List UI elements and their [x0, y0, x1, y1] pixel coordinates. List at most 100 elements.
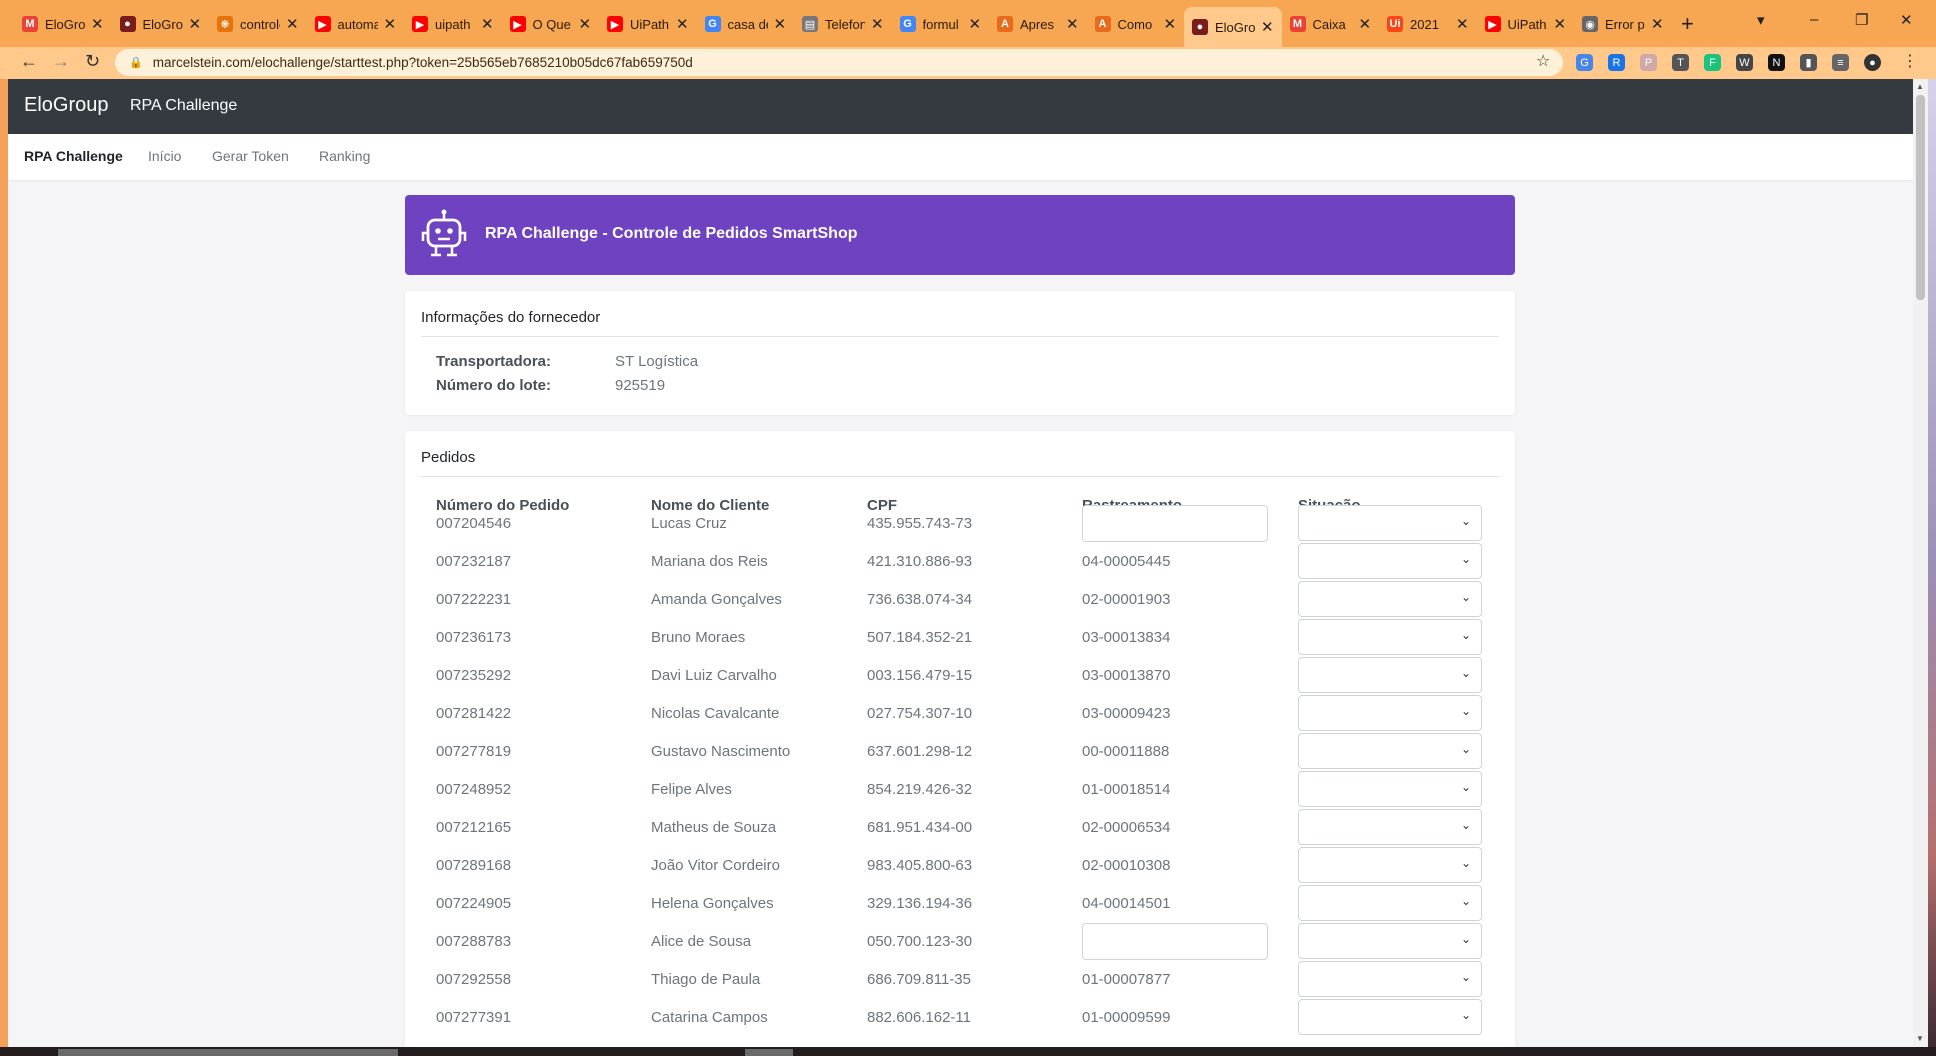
order-number-cell: 007222231 [436, 591, 512, 608]
pocket-extension-icon[interactable]: P [1640, 54, 1657, 71]
close-icon[interactable]: ✕ [1066, 15, 1079, 33]
browser-tab[interactable]: ▶ O Que ✕ [509, 11, 592, 37]
browser-tab[interactable]: M Caixa ✕ [1289, 11, 1372, 37]
customer-name-cell: Catarina Campos [651, 1009, 768, 1026]
globe-favicon-icon: ◉ [1582, 16, 1598, 32]
close-icon[interactable]: ✕ [384, 15, 397, 33]
browser-tab[interactable]: ❋ controle ✕ [217, 11, 299, 37]
browser-tab[interactable]: ▶ uipath ✕ [412, 11, 494, 37]
menu-kebab-icon[interactable]: ⋮ [1902, 51, 1918, 71]
close-icon[interactable]: ✕ [1164, 15, 1177, 33]
browser-tab[interactable]: Gformul ✕ [899, 11, 982, 37]
reading-list-icon[interactable]: ≡ [1832, 54, 1849, 71]
status-select[interactable]: ⌄ [1298, 923, 1482, 959]
orders-heading: Pedidos [421, 449, 476, 466]
status-select[interactable]: ⌄ [1298, 619, 1482, 655]
status-select[interactable]: ⌄ [1298, 809, 1482, 845]
minimize-icon[interactable]: – [1810, 11, 1818, 28]
globe-extension-icon[interactable]: W [1736, 54, 1753, 71]
back-arrow-icon[interactable]: ← [20, 51, 38, 72]
address-bar[interactable]: 🔒 marcelstein.com/elochallenge/starttest… [115, 49, 1563, 76]
close-icon[interactable]: ✕ [1359, 15, 1372, 33]
taskbar-item[interactable] [58, 1049, 398, 1056]
close-icon[interactable]: ✕ [969, 15, 982, 33]
status-select[interactable]: ⌄ [1298, 505, 1482, 541]
status-select[interactable]: ⌄ [1298, 999, 1482, 1035]
lock-icon: 🔒 [129, 57, 143, 69]
subnav-item-rpa-challenge[interactable]: RPA Challenge [24, 148, 123, 164]
browser-tab[interactable]: A Apres ✕ [997, 11, 1079, 37]
youtube-favicon-icon: ▶ [509, 16, 526, 32]
window-close-icon[interactable]: ✕ [1900, 11, 1913, 29]
status-select[interactable]: ⌄ [1298, 771, 1482, 807]
close-icon[interactable]: ✕ [871, 15, 884, 33]
browser-tab[interactable]: ◉ Error p ✕ [1582, 11, 1664, 37]
tab-title: Error p [1605, 16, 1645, 32]
close-icon[interactable]: ✕ [1651, 15, 1664, 33]
close-icon[interactable]: ✕ [1261, 18, 1274, 36]
profile-avatar[interactable]: ● [1864, 54, 1881, 71]
tab-search-icon[interactable]: ▾ [1757, 11, 1765, 29]
forward-arrow-icon[interactable]: → [52, 51, 70, 72]
restore-icon[interactable]: ❐ [1855, 11, 1868, 29]
close-icon[interactable]: ✕ [286, 15, 299, 33]
taskbar-item[interactable] [745, 1049, 793, 1056]
reload-icon[interactable]: ↻ [85, 51, 100, 72]
scroll-up-icon[interactable]: ▲ [1916, 82, 1924, 91]
status-select[interactable]: ⌄ [1298, 543, 1482, 579]
browser-tab[interactable]: ● EloGroup ✕ [119, 11, 202, 37]
scrollbar-thumb[interactable] [1916, 95, 1925, 300]
browser-tab[interactable]: M EloGroup ✕ [22, 11, 104, 37]
status-select[interactable]: ⌄ [1298, 847, 1482, 883]
close-icon[interactable]: ✕ [1554, 15, 1567, 33]
tracking-cell: 03-00009423 [1082, 705, 1171, 722]
subnav-item-inicio[interactable]: Início [148, 148, 181, 164]
navbar-title[interactable]: RPA Challenge [130, 97, 237, 115]
close-icon[interactable]: ✕ [676, 15, 689, 33]
customer-name-cell: Bruno Moraes [651, 629, 746, 646]
tab-title: EloGroup [142, 16, 183, 32]
translate-extension-icon[interactable]: G [1576, 54, 1593, 71]
star-icon[interactable]: ☆ [1536, 51, 1550, 71]
tracking-cell: 02-00001903 [1082, 591, 1171, 608]
url-text: marcelstein.com/elochallenge/starttest.p… [152, 55, 693, 70]
reader-extension-icon[interactable]: R [1608, 54, 1625, 71]
subnav-item-gerar-token[interactable]: Gerar Token [212, 148, 289, 164]
browser-tab[interactable]: ▤ Telefone ✕ [802, 11, 884, 37]
subnav-item-ranking[interactable]: Ranking [319, 148, 370, 164]
status-select[interactable]: ⌄ [1298, 885, 1482, 921]
youtube-favicon-icon: ▶ [412, 16, 428, 32]
status-select[interactable]: ⌄ [1298, 581, 1482, 617]
close-icon[interactable]: ✕ [481, 15, 494, 33]
new-tab-button[interactable]: + [1681, 11, 1694, 37]
scroll-down-icon[interactable]: ▼ [1916, 1034, 1924, 1043]
tab-title: Telefone [825, 16, 865, 32]
browser-tab[interactable]: A Como ✕ [1094, 11, 1177, 37]
flag-extension-icon[interactable]: F [1704, 54, 1721, 71]
puzzle-extensions-icon[interactable]: ▮ [1800, 54, 1817, 71]
status-select[interactable]: ⌄ [1298, 733, 1482, 769]
status-select[interactable]: ⌄ [1298, 657, 1482, 693]
tool-extension-icon[interactable]: T [1672, 54, 1689, 71]
browser-tab[interactable]: Gcasa de ✕ [704, 11, 787, 37]
status-select[interactable]: ⌄ [1298, 695, 1482, 731]
chevron-down-icon: ⌄ [1460, 590, 1471, 604]
tracking-input[interactable] [1082, 505, 1268, 542]
browser-tab[interactable]: ▶ automação ✕ [314, 11, 397, 37]
notion-extension-icon[interactable]: N [1768, 54, 1785, 71]
brand-logo-text[interactable]: EloGroup [24, 94, 109, 117]
close-icon[interactable]: ✕ [774, 15, 787, 33]
browser-tab[interactable]: ● EloGroup ✕ [1184, 7, 1282, 47]
tracking-input[interactable] [1082, 923, 1268, 960]
close-icon[interactable]: ✕ [579, 15, 592, 33]
close-icon[interactable]: ✕ [189, 15, 202, 33]
customer-name-cell: Mariana dos Reis [651, 553, 768, 570]
close-icon[interactable]: ✕ [1456, 15, 1469, 33]
close-icon[interactable]: ✕ [91, 15, 104, 33]
status-select[interactable]: ⌄ [1298, 961, 1482, 997]
browser-tab[interactable]: ▶ UiPath ✕ [1484, 11, 1567, 37]
page-scrollbar[interactable]: ▲ ▼ [1913, 79, 1928, 1047]
tracking-cell: 02-00010308 [1082, 857, 1171, 874]
browser-tab[interactable]: ▶ UiPath ✕ [607, 11, 689, 37]
browser-tab[interactable]: Ui 2021 ✕ [1387, 11, 1469, 37]
